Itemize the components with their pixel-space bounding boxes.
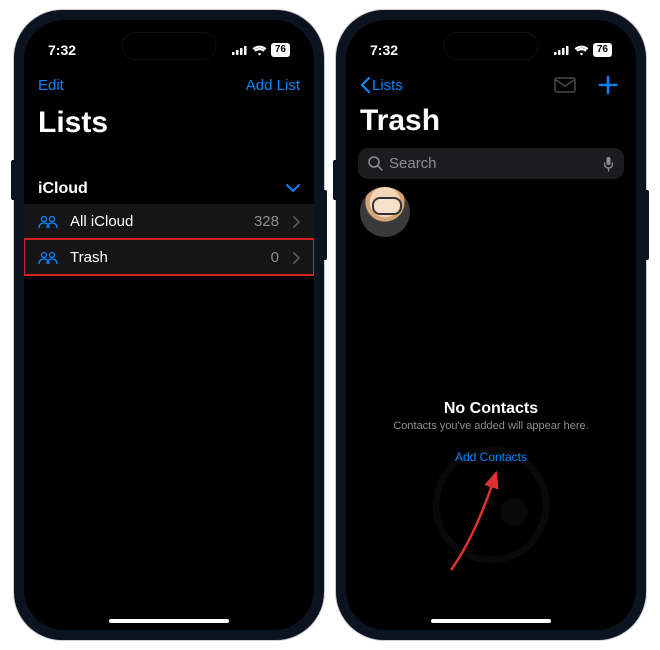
search-input[interactable]	[389, 155, 597, 172]
chevron-right-icon	[293, 252, 300, 264]
nav-bar: Edit Add List	[24, 66, 314, 104]
dynamic-island	[122, 32, 217, 60]
back-label: Lists	[372, 77, 403, 94]
cellular-signal-icon	[232, 45, 248, 55]
annotation-arrow	[441, 465, 511, 580]
row-count: 328	[254, 213, 279, 230]
page-title: Trash	[346, 104, 636, 144]
mail-icon[interactable]	[554, 77, 576, 93]
page-title: Lists	[24, 104, 314, 144]
add-contacts-link[interactable]: Add Contacts	[455, 450, 527, 464]
chevron-down-icon	[286, 180, 300, 198]
empty-subtitle: Contacts you've added will appear here.	[346, 420, 636, 432]
row-count: 0	[271, 249, 279, 266]
edit-button[interactable]: Edit	[38, 77, 64, 94]
battery-indicator: 76	[271, 43, 290, 57]
empty-state: No Contacts Contacts you've added will a…	[346, 400, 636, 466]
search-icon	[368, 156, 383, 171]
wifi-icon	[252, 45, 267, 56]
section-header-icloud[interactable]: iCloud	[24, 174, 314, 204]
phone-frame-left: 7:32 76 Edit Add List Lists iClou	[14, 10, 324, 640]
status-time: 7:32	[370, 42, 398, 58]
home-indicator[interactable]	[431, 619, 551, 623]
status-time: 7:32	[48, 42, 76, 58]
cellular-signal-icon	[554, 45, 570, 55]
list-row-all-icloud[interactable]: All iCloud 328	[24, 204, 314, 239]
chevron-right-icon	[293, 216, 300, 228]
people-icon	[38, 215, 60, 229]
add-button[interactable]	[598, 75, 618, 95]
screen-trash: 7:32 76 Lists	[346, 20, 636, 630]
battery-indicator: 76	[593, 43, 612, 57]
add-list-button[interactable]: Add List	[246, 77, 300, 94]
row-label: Trash	[70, 249, 261, 266]
dynamic-island	[444, 32, 539, 60]
empty-title: No Contacts	[346, 400, 636, 418]
nav-bar: Lists	[346, 66, 636, 104]
phone-frame-right: 7:32 76 Lists	[336, 10, 646, 640]
people-icon	[38, 251, 60, 265]
row-label: All iCloud	[70, 213, 244, 230]
home-indicator[interactable]	[109, 619, 229, 623]
screen-lists: 7:32 76 Edit Add List Lists iClou	[24, 20, 314, 630]
wifi-icon	[574, 45, 589, 56]
my-card-avatar[interactable]	[360, 187, 410, 237]
back-button[interactable]: Lists	[360, 77, 403, 94]
list-row-trash[interactable]: Trash 0	[24, 239, 314, 275]
search-bar[interactable]	[358, 148, 624, 179]
section-label: iCloud	[38, 180, 88, 198]
mic-icon[interactable]	[603, 156, 614, 172]
